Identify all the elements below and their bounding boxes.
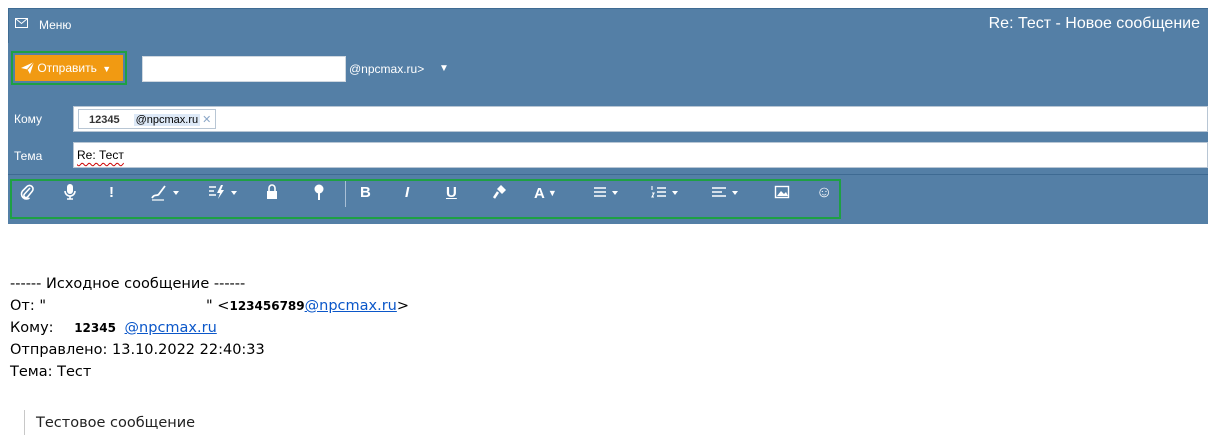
to-field[interactable]: 12345 @npcmax.ru ✕ [73, 106, 1208, 132]
paper-plane-icon [21, 57, 35, 83]
remove-recipient-close-icon[interactable]: ✕ [202, 114, 211, 126]
window-title: Re: Тест - Новое сообщение [988, 15, 1200, 32]
quoted-text: Тестовое сообщение [36, 415, 196, 431]
send-label: Отправить [37, 61, 97, 75]
to-bold-address: 12345 [74, 321, 116, 335]
original-message-separator: ------ Исходное сообщение ------ [10, 276, 246, 292]
pin-icon[interactable] [313, 183, 325, 201]
attach-icon[interactable] [20, 183, 34, 201]
microphone-icon[interactable] [63, 183, 77, 201]
signature-icon[interactable] [151, 183, 181, 201]
numbered-list-icon[interactable] [650, 183, 682, 201]
quote-bar [24, 410, 28, 435]
redacted-sender-name [46, 298, 207, 314]
from-bold-address: 123456789 [229, 299, 305, 313]
recipient-name: 12345 [89, 114, 120, 126]
toolbar-separator [345, 181, 346, 207]
send-highlight: Отправить ▼ [11, 51, 127, 85]
italic-icon[interactable]: I [405, 183, 409, 203]
font-color-icon[interactable]: A ▼ [534, 183, 557, 204]
subject-value: Re: Тест [77, 148, 124, 162]
importance-icon[interactable]: ! [109, 183, 114, 203]
to-label: Кому [14, 112, 43, 126]
from-chevron-down-icon[interactable]: ▼ [439, 63, 449, 74]
original-from-line: От: " " <123456789@npcmax.ru> [10, 298, 409, 314]
format-painter-icon[interactable] [492, 183, 508, 201]
from-suffix: > [396, 298, 409, 314]
emoji-icon[interactable]: ☺ [816, 183, 832, 203]
from-link[interactable]: @npcmax.ru [305, 298, 397, 314]
subject-label: Тема [14, 149, 43, 163]
menu-button[interactable]: Меню [39, 18, 71, 32]
from-domain: @npcmax.ru> [349, 62, 425, 76]
title-bar: Меню Re: Тест - Новое сообщение [8, 8, 1208, 43]
recipient-chip[interactable]: 12345 @npcmax.ru ✕ [78, 109, 217, 129]
chevron-down-icon: ▼ [102, 64, 112, 74]
send-button[interactable]: Отправить ▼ [15, 55, 123, 81]
to-prefix: Кому: [10, 320, 54, 336]
compose-window: Меню Re: Тест - Новое сообщение Отправит… [8, 8, 1208, 435]
recipient-domain: @npcmax.ru [133, 114, 201, 126]
subject-field[interactable]: Re: Тест [73, 142, 1208, 168]
original-sent-line: Отправлено: 13.10.2022 22:40:33 [10, 342, 265, 358]
message-body[interactable]: ------ Исходное сообщение ------ От: " "… [8, 224, 1208, 435]
underline-icon[interactable]: U [446, 183, 457, 203]
original-subject-line: Тема: Тест [10, 364, 92, 380]
original-to-line: Кому: 12345 @npcmax.ru [10, 320, 217, 336]
from-field[interactable] [142, 56, 346, 82]
formatting-toolbar: ! B I U A ▼ ☺ [8, 174, 1208, 224]
align-icon[interactable] [710, 183, 742, 201]
address-rows: Кому 12345 @npcmax.ru ✕ Тема Re: Тест [8, 98, 1208, 174]
from-middle: " < [206, 298, 230, 314]
to-link[interactable]: @npcmax.ru [125, 320, 217, 336]
envelope-icon[interactable] [15, 18, 28, 28]
template-icon[interactable] [208, 183, 240, 201]
from-prefix: От: " [10, 298, 47, 314]
insert-image-icon[interactable] [774, 183, 790, 201]
lock-icon[interactable] [266, 183, 278, 201]
bold-icon[interactable]: B [360, 183, 371, 203]
bulleted-list-icon[interactable] [592, 183, 622, 201]
send-toolbar: Отправить ▼ @npcmax.ru> ▼ [8, 43, 1208, 98]
